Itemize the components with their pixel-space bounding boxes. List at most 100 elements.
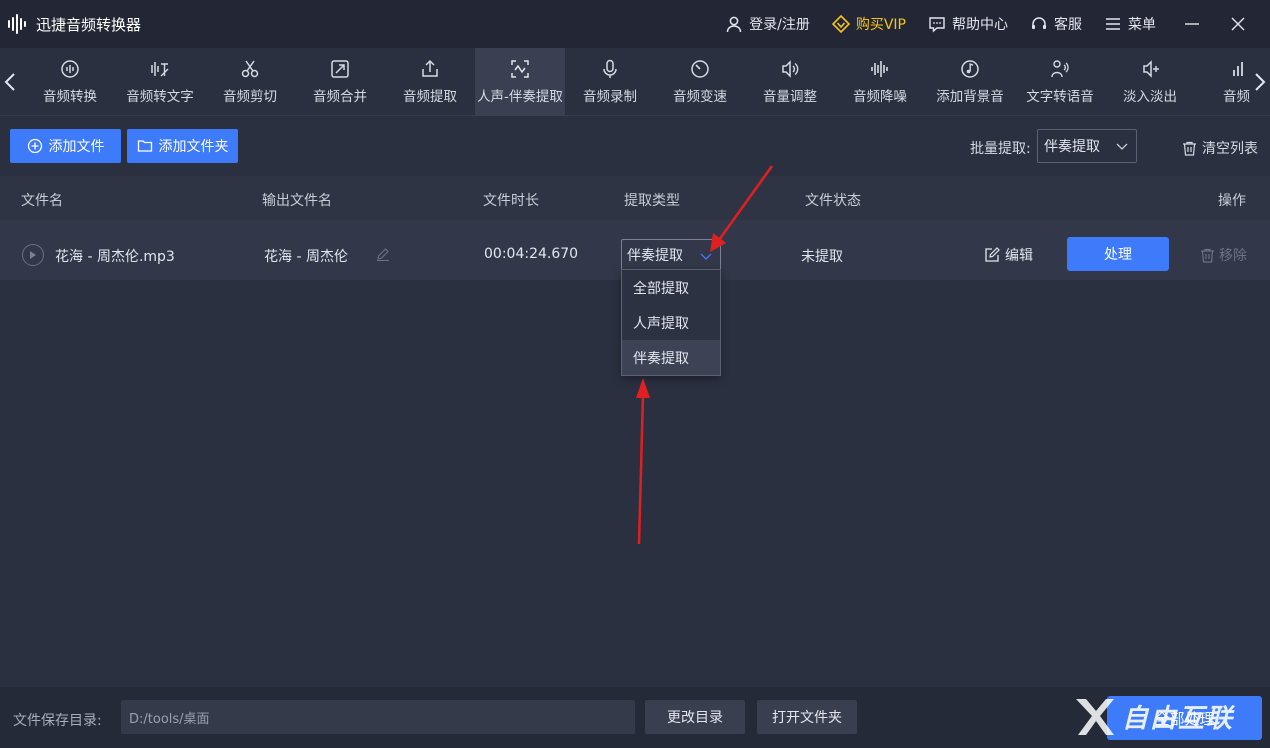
clear-list-button[interactable]: 清空列表 — [1182, 138, 1258, 158]
tool-voice-separate[interactable]: 人声-伴奏提取 — [475, 48, 565, 116]
volume-icon — [782, 60, 799, 78]
chevron-down-icon — [700, 253, 712, 260]
waveform-icon — [871, 61, 888, 77]
buy-vip-button[interactable]: 购买VIP — [831, 14, 906, 34]
voice-separate-icon — [511, 60, 529, 78]
row-filename: 花海 - 周杰伦.mp3 — [55, 249, 175, 265]
change-directory-button[interactable]: 更改目录 — [645, 700, 745, 734]
remove-button[interactable]: 移除 — [1200, 245, 1247, 265]
trash-icon — [1183, 141, 1196, 156]
open-folder-button[interactable]: 打开文件夹 — [757, 700, 857, 734]
tool-label: 文字转语音 — [1026, 89, 1094, 105]
option-extract-vocals[interactable]: 人声提取 — [622, 305, 720, 340]
close-button[interactable] — [1224, 10, 1252, 38]
file-table-header: 文件名 输出文件名 文件时长 提取类型 文件状态 操作 — [0, 176, 1270, 220]
tool-label: 音频合并 — [313, 89, 367, 105]
bottom-bar: 文件保存目录: D:/tools/桌面 更改目录 打开文件夹 全部处理 — [0, 687, 1270, 748]
login-label: 登录/注册 — [749, 17, 810, 33]
app-logo-icon — [8, 13, 30, 35]
headset-icon — [1032, 17, 1046, 29]
tool-audio-more[interactable]: 音频s — [1195, 48, 1250, 116]
edit-icon — [985, 247, 1000, 262]
tool-label: 音频变速 — [673, 89, 727, 105]
row-duration: 00:04:24.670 — [484, 246, 579, 262]
extract-type-value: 伴奏提取 — [627, 248, 683, 264]
edit-button[interactable]: 编辑 — [984, 245, 1033, 265]
batch-extract-label: 批量提取: — [970, 141, 1031, 157]
play-icon — [30, 251, 36, 259]
row-status: 未提取 — [801, 249, 843, 265]
option-extract-all[interactable]: 全部提取 — [622, 270, 720, 305]
tool-label: 音频转文字 — [126, 89, 194, 105]
menu-button[interactable]: 菜单 — [1104, 14, 1156, 34]
trash-icon — [1201, 248, 1214, 263]
microphone-icon — [603, 59, 617, 78]
plus-circle-icon — [27, 138, 42, 154]
tool-volume-adjust[interactable]: 音量调整 — [745, 48, 835, 116]
upload-icon — [422, 59, 438, 77]
bars-icon — [1233, 62, 1243, 76]
close-icon — [1231, 17, 1245, 31]
tool-label: 音频提取 — [403, 89, 457, 105]
tool-label: 人声-伴奏提取 — [477, 89, 563, 105]
edit-label: 编辑 — [1005, 248, 1033, 264]
save-directory-label: 文件保存目录: — [13, 713, 102, 729]
scissors-icon — [241, 60, 259, 78]
tool-audio-speed[interactable]: 音频变速 — [655, 48, 745, 116]
add-file-label: 添加文件 — [48, 139, 105, 155]
add-file-button[interactable]: 添加文件 — [10, 129, 121, 163]
audio-convert-icon — [61, 60, 79, 78]
column-extract-type: 提取类型 — [624, 193, 680, 209]
column-output-name: 输出文件名 — [262, 193, 332, 209]
add-folder-button[interactable]: 添加文件夹 — [127, 129, 238, 163]
tool-audio-cut[interactable]: 音频剪切 — [205, 48, 295, 116]
tool-label: 音频录制 — [583, 89, 637, 105]
arrow-to-dropdown — [636, 378, 650, 545]
help-center-button[interactable]: 帮助中心 — [928, 14, 1008, 34]
merge-icon — [331, 60, 349, 78]
tool-audio-convert[interactable]: 音频转换 — [25, 48, 115, 116]
tool-noise-reduction[interactable]: 音频降噪 — [835, 48, 925, 116]
chat-bubble-icon — [929, 17, 945, 33]
app-title: 迅捷音频转换器 — [36, 15, 142, 34]
tool-navigation: 音频转换 音频转文字 音频剪切 音频合并 音频提取 人声-伴奏提取 音频录制 音… — [0, 48, 1270, 116]
batch-extract-value: 伴奏提取 — [1044, 139, 1100, 155]
tool-audio-merge[interactable]: 音频合并 — [295, 48, 385, 116]
row-output-name[interactable]: 花海 - 周杰伦 — [264, 246, 348, 266]
tool-audio-extract[interactable]: 音频提取 — [385, 48, 475, 116]
remove-label: 移除 — [1219, 248, 1247, 264]
tool-text-to-speech[interactable]: 文字转语音 — [1015, 48, 1105, 116]
login-button[interactable]: 登录/注册 — [725, 14, 810, 34]
process-button[interactable]: 处理 — [1067, 237, 1169, 271]
scroll-left-button[interactable] — [0, 48, 20, 116]
tool-audio-to-text[interactable]: 音频转文字 — [115, 48, 205, 116]
chevron-right-icon — [1255, 73, 1266, 91]
tool-fade[interactable]: 淡入淡出 — [1105, 48, 1195, 116]
scroll-right-button[interactable] — [1250, 48, 1270, 116]
tool-label: 添加背景音 — [936, 89, 1004, 105]
chevron-left-icon — [4, 73, 15, 91]
minimize-button[interactable] — [1178, 10, 1206, 38]
menu-label: 菜单 — [1128, 17, 1156, 33]
title-bar: 迅捷音频转换器 登录/注册 购买VIP 帮助中心 客服 菜单 — [0, 0, 1270, 48]
batch-extract-select[interactable]: 伴奏提取 — [1037, 129, 1137, 163]
column-status: 文件状态 — [805, 193, 861, 209]
chevron-down-icon — [1116, 143, 1128, 150]
tool-label: 音频剪切 — [223, 89, 277, 105]
tool-label: 音频降噪 — [853, 89, 907, 105]
save-directory-input[interactable]: D:/tools/桌面 — [121, 700, 635, 734]
tool-audio-record[interactable]: 音频录制 — [565, 48, 655, 116]
tool-add-background[interactable]: 添加背景音 — [925, 48, 1015, 116]
hamburger-icon — [1106, 18, 1120, 30]
speed-icon — [691, 60, 709, 78]
help-label: 帮助中心 — [952, 17, 1008, 33]
pencil-icon[interactable] — [376, 247, 390, 261]
option-extract-accompaniment[interactable]: 伴奏提取 — [622, 340, 720, 375]
extract-type-select[interactable]: 伴奏提取 — [621, 239, 721, 271]
folder-icon — [137, 140, 152, 152]
column-duration: 文件时长 — [483, 193, 539, 209]
customer-service-button[interactable]: 客服 — [1030, 14, 1082, 34]
process-all-button[interactable]: 全部处理 — [1107, 696, 1262, 740]
fade-icon — [1143, 60, 1159, 78]
play-button[interactable] — [22, 244, 44, 266]
